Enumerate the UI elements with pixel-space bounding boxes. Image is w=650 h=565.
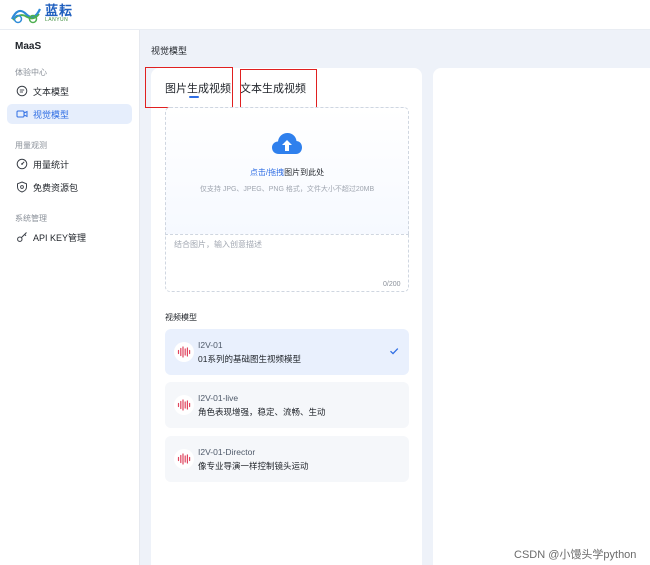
waveform-icon [174, 395, 194, 415]
logo[interactable]: 蓝耘 LANYUN [10, 4, 73, 24]
key-icon [16, 231, 28, 243]
sidebar-item-text-model[interactable]: 文本模型 [7, 81, 132, 101]
sidebar-group-system: 系统管理 [15, 214, 47, 223]
model-option-i2v-01[interactable]: I2V-01 01系列的基础图生视频模型 [165, 329, 409, 375]
model-name: I2V-01-live [198, 393, 239, 403]
cloud-upload-icon [272, 133, 302, 154]
waveform-icon [174, 342, 194, 362]
sidebar-item-label: 视觉模型 [33, 109, 70, 120]
shield-icon [16, 181, 28, 193]
sidebar-item-free-package[interactable]: 免费资源包 [7, 177, 132, 197]
sidebar-item-usage-stats[interactable]: 用量统计 [7, 154, 132, 174]
page-title: 视觉模型 [151, 46, 188, 56]
model-description: 01系列的基础图生视频模型 [198, 354, 301, 364]
sidebar-brand: MaaS [15, 41, 42, 52]
model-description: 像专业导演一样控制镜头运动 [198, 461, 309, 471]
model-option-i2v-01-live[interactable]: I2V-01-live 角色表现增强，稳定、流畅、生动 [165, 382, 409, 428]
gauge-icon [16, 158, 28, 170]
sidebar-item-label: 用量统计 [33, 159, 70, 170]
sidebar-item-api-key[interactable]: API KEY管理 [7, 227, 132, 247]
logo-subtitle: LANYUN [45, 17, 69, 23]
sidebar-item-label: 文本模型 [33, 86, 70, 97]
model-description: 角色表现增强，稳定、流畅、生动 [198, 407, 326, 417]
upload-instruction: 点击/拖拽图片到此处 [165, 167, 409, 178]
model-option-i2v-01-director[interactable]: I2V-01-Director 像专业导演一样控制镜头运动 [165, 436, 409, 482]
upload-main-text: 图片到此处 [284, 168, 325, 177]
logo-icon [11, 8, 41, 24]
annotation-box-image-to-video [145, 67, 233, 108]
check-icon [390, 348, 399, 355]
upload-hint: 仅支持 JPG、JPEG、PNG 格式，文件大小不超过20MB [199, 186, 375, 193]
waveform-icon [174, 449, 194, 469]
prompt-placeholder: 结合图片，输入创意描述 [174, 240, 262, 249]
sidebar-group-experience: 体验中心 [15, 68, 47, 77]
top-bar: 蓝耘 LANYUN [0, 0, 650, 30]
watermark: CSDN @小馒头学python [514, 549, 637, 561]
model-name: I2V-01 [198, 340, 223, 350]
sidebar-item-vision-model[interactable]: 视觉模型 [7, 104, 132, 124]
chat-icon [16, 85, 28, 97]
sidebar-group-usage: 用量观测 [15, 141, 47, 150]
logo-name: 蓝耘 [45, 3, 74, 18]
video-model-label: 视频模型 [165, 313, 197, 322]
char-counter: 0/200 [383, 281, 401, 288]
annotation-box-text-to-video [240, 69, 317, 110]
sidebar-item-label: 免费资源包 [33, 182, 79, 193]
preview-panel [433, 68, 650, 565]
model-name: I2V-01-Director [198, 447, 256, 457]
video-icon [16, 108, 28, 120]
upload-link[interactable]: 点击/拖拽 [250, 168, 284, 177]
sidebar-item-label: API KEY管理 [33, 232, 87, 243]
